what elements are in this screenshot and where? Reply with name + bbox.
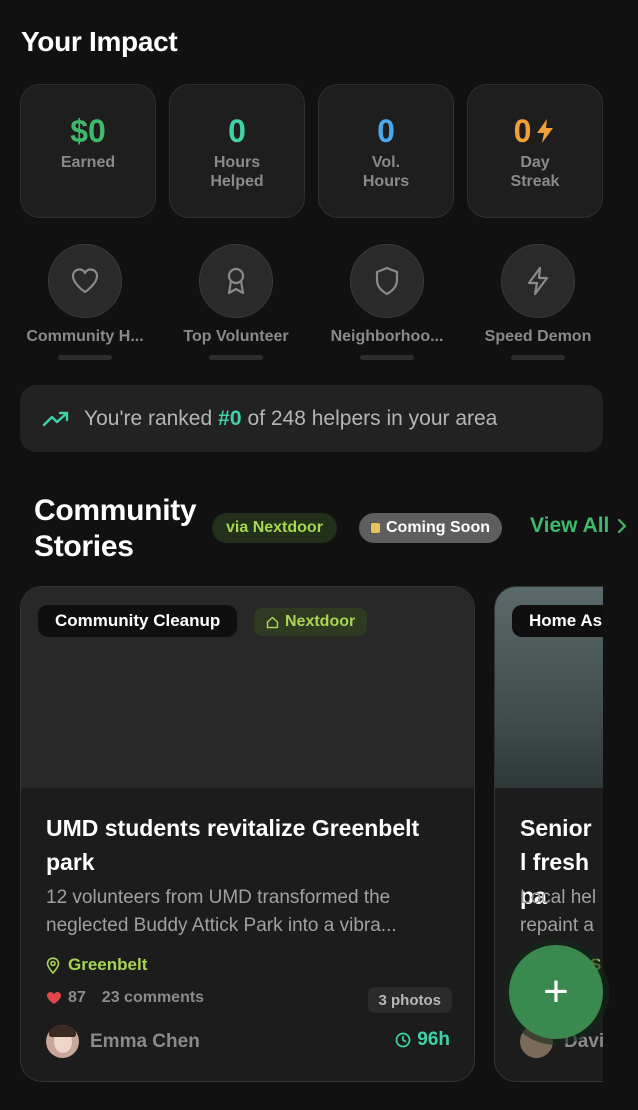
stat-value-day-streak: 0 — [514, 111, 557, 151]
trending-up-icon — [42, 410, 70, 428]
rank-suffix: of 248 helpers in your area — [247, 406, 498, 430]
award-icon — [227, 267, 245, 295]
avatar-hair — [49, 1025, 76, 1037]
stat-value-hours-helped: 0 — [228, 113, 246, 149]
heart-icon[interactable] — [46, 991, 62, 1005]
stat-card-earned[interactable]: $0 Earned — [20, 84, 156, 218]
story-title: UMD students revitalize Greenbelt park — [46, 815, 420, 875]
stat-label-day-streak: Day Streak — [511, 153, 560, 191]
story-author[interactable]: Emma Chen — [46, 1025, 200, 1058]
badges-row: Community H... Top Volunteer Neighborhoo… — [10, 244, 613, 360]
badge-circle — [48, 244, 122, 318]
lock-icon — [371, 523, 380, 533]
story-excerpt: 12 volunteers from UMD transformed the n… — [46, 887, 397, 936]
chevron-right-icon — [618, 518, 627, 534]
badge-circle — [501, 244, 575, 318]
rank-number: #0 — [218, 406, 242, 430]
badge-top-volunteer[interactable]: Top Volunteer — [161, 244, 311, 360]
clock-icon — [395, 1032, 411, 1048]
impact-title: Your Impact — [21, 26, 178, 57]
badge-circle — [199, 244, 273, 318]
category-pill: Home As — [512, 605, 603, 637]
stat-value-earned: $0 — [70, 113, 106, 149]
photos-pill[interactable]: 3 photos — [367, 987, 452, 1013]
home-icon — [266, 616, 279, 628]
badge-community-hero[interactable]: Community H... — [10, 244, 160, 360]
badge-speed-demon[interactable]: Speed Demon — [463, 244, 613, 360]
comment-count[interactable]: 23 comments — [102, 989, 204, 1007]
source-pill: Nextdoor — [254, 608, 368, 636]
stat-label-earned: Earned — [60, 154, 116, 171]
avatar — [46, 1025, 79, 1058]
badge-label: Speed Demon — [484, 328, 592, 345]
badge-progress-bar — [58, 355, 112, 360]
stat-value-vol-hours: 0 — [377, 113, 395, 149]
coming-soon-pill: Coming Soon — [359, 513, 502, 543]
plus-icon: + — [543, 967, 569, 1016]
via-nextdoor-pill: via Nextdoor — [212, 513, 337, 543]
stat-label-vol-hours: Vol. Hours — [363, 153, 409, 191]
shield-icon — [375, 266, 399, 296]
stories-title-text: Community Stories — [34, 494, 197, 563]
stat-card-vol-hours[interactable]: 0 Vol. Hours — [318, 84, 454, 218]
lightning-icon — [527, 266, 549, 296]
stat-label-text: Hours Helped — [210, 154, 264, 190]
lightning-icon — [537, 119, 554, 143]
source-label: Nextdoor — [285, 613, 356, 630]
stat-label-hours-helped: Hours Helped — [210, 153, 263, 191]
story-timer: 96h — [395, 1029, 450, 1051]
category-pill: Community Cleanup — [38, 605, 238, 637]
author-name: Emma Chen — [90, 1030, 200, 1052]
view-all-label: View All — [530, 514, 610, 537]
badge-progress-bar — [209, 355, 263, 360]
badge-label: Community H... — [26, 328, 144, 345]
stories-title: Community Stories — [34, 493, 204, 565]
rank-prefix: You're ranked — [84, 406, 213, 430]
map-pin-icon — [46, 956, 60, 974]
stat-card-day-streak[interactable]: 0 Day Streak — [467, 84, 603, 218]
stat-label-text: Vol. Hours — [362, 154, 410, 190]
coming-soon-label: Coming Soon — [386, 519, 490, 536]
stat-card-hours-helped[interactable]: 0 Hours Helped — [169, 84, 305, 218]
time-left: 96h — [417, 1029, 450, 1050]
story-meta: 87 23 comments — [46, 989, 204, 1007]
badge-label: Neighborhoo... — [330, 328, 444, 345]
streak-number: 0 — [513, 113, 532, 149]
story-excerpt: Local hel repaint a — [520, 887, 597, 936]
like-count: 87 — [68, 989, 86, 1006]
story-card[interactable]: Community Cleanup Nextdoor UMD students … — [20, 586, 475, 1082]
heart-icon — [71, 268, 99, 294]
badge-progress-bar — [511, 355, 565, 360]
add-story-button[interactable]: + — [509, 945, 603, 1039]
badge-circle — [350, 244, 424, 318]
badge-neighborhood[interactable]: Neighborhoo... — [312, 244, 462, 360]
story-location: Greenbelt — [46, 955, 147, 975]
stat-label-text: Day Streak — [510, 154, 560, 190]
badge-label: Top Volunteer — [183, 328, 289, 345]
rank-banner[interactable]: You're ranked #0 of 248 helpers in your … — [20, 385, 603, 452]
view-all-link[interactable]: View All — [530, 514, 627, 538]
badge-progress-bar — [360, 355, 414, 360]
location-label: Greenbelt — [68, 955, 148, 974]
stats-row: $0 Earned 0 Hours Helped 0 Vol. Hours 0 … — [20, 84, 603, 218]
